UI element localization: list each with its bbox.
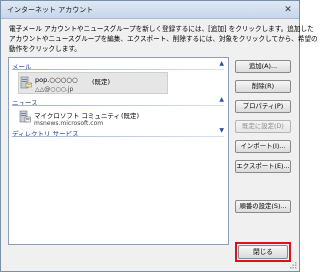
mail-account-default: (既定) bbox=[92, 78, 111, 86]
news-account-default: (既定) bbox=[121, 112, 140, 120]
list-item-mail-account[interactable]: pop.○○○○○ (既定) △△@○○○.jp bbox=[18, 72, 168, 94]
news-server-icon bbox=[19, 110, 31, 123]
add-button[interactable]: 追加(A)... bbox=[235, 60, 291, 73]
instructions-line-1: 電子メール アカウントやニュースグループを新しく登録するには、[追加] をクリッ… bbox=[9, 25, 314, 33]
close-button-highlight[interactable]: 閉じる bbox=[235, 242, 291, 262]
close-icon[interactable]: ✕ bbox=[281, 4, 295, 16]
export-button[interactable]: エクスポート(E)... bbox=[235, 160, 291, 173]
chevron-down-icon[interactable]: ▼ bbox=[219, 127, 224, 134]
window-title: インターネット アカウント bbox=[7, 6, 94, 14]
remove-button[interactable]: 削除(R) bbox=[235, 80, 291, 93]
group-header-directory[interactable]: ディレクトリ サービス ▼ bbox=[12, 127, 224, 138]
accounts-list[interactable]: メール ▲ pop.○○○○○ (既定) △△@○○○.jp ニュース ▲ マイ… bbox=[8, 57, 229, 245]
news-account-name: マイクロソフト コミュニティ bbox=[34, 112, 121, 120]
chevron-up-icon[interactable]: ▲ bbox=[219, 96, 224, 103]
instructions-line-2: アカウントやニュースグループを編集、エクスポート、削除するには、対象をクリックし… bbox=[9, 35, 318, 43]
instructions-text: 電子メール アカウントやニュースグループを新しく登録するには、[追加] をクリッ… bbox=[9, 24, 318, 54]
order-button[interactable]: 順番の設定(S)... bbox=[235, 200, 291, 213]
properties-button[interactable]: プロパティ(P) bbox=[235, 100, 291, 113]
group-header-mail[interactable]: メール ▲ bbox=[12, 60, 224, 71]
news-account-server: msnews.microsoft.com bbox=[34, 120, 104, 127]
import-button[interactable]: インポート(I)... bbox=[235, 140, 291, 153]
mail-account-name: pop.○○○○○ bbox=[35, 76, 78, 84]
internet-accounts-dialog: インターネット アカウント ✕ 電子メール アカウントやニュースグループを新しく… bbox=[0, 0, 318, 272]
set-default-button[interactable]: 既定に設定(D) bbox=[235, 120, 291, 133]
close-button[interactable]: 閉じる bbox=[238, 245, 288, 259]
chevron-up-icon[interactable]: ▲ bbox=[219, 60, 224, 67]
mail-account-server: △△@○○○.jp bbox=[35, 86, 74, 93]
resize-grip-icon[interactable] bbox=[289, 261, 297, 269]
title-bar: インターネット アカウント ✕ bbox=[1, 1, 299, 19]
group-header-news[interactable]: ニュース ▲ bbox=[12, 96, 224, 107]
mail-server-icon bbox=[20, 76, 32, 89]
list-item-news-account[interactable]: マイクロソフト コミュニティ (既定) msnews.microsoft.com bbox=[18, 107, 168, 129]
instructions-line-3: 動作をクリックします。 bbox=[9, 45, 81, 53]
